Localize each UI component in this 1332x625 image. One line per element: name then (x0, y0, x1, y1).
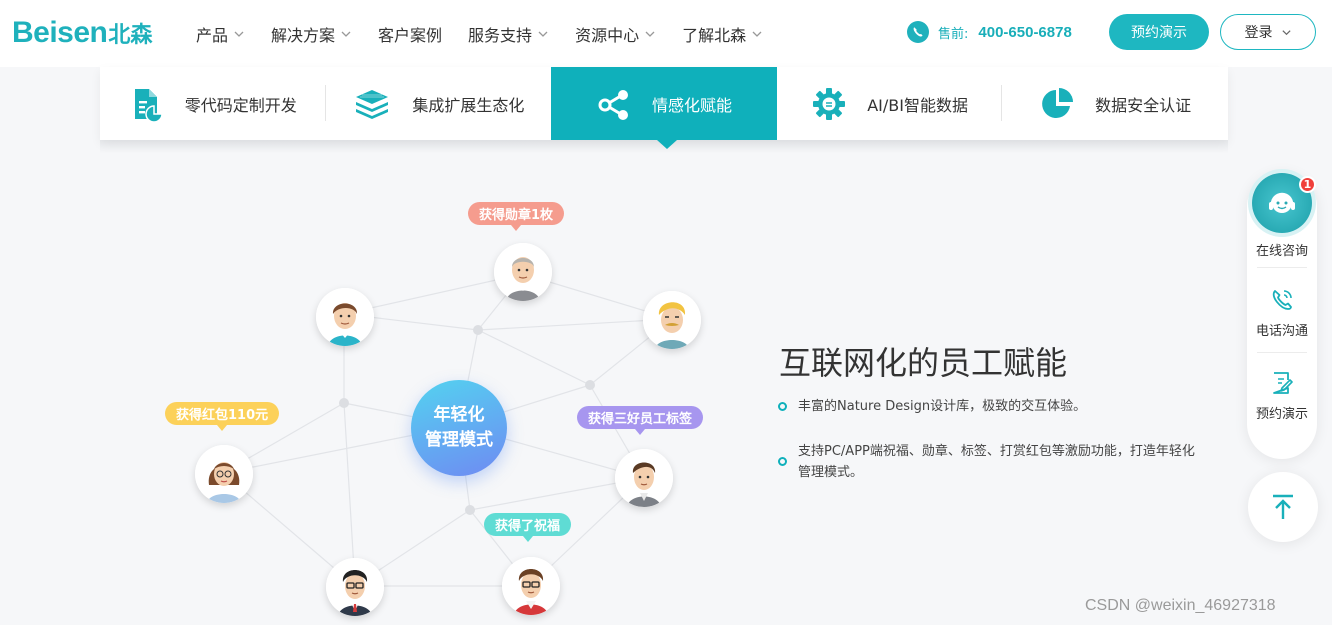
login-button[interactable]: 登录 (1220, 14, 1316, 50)
chevron-down-icon (645, 31, 655, 37)
avatar-man-red-jacket (502, 557, 560, 615)
document-chart-icon (134, 88, 163, 122)
nav-label: 资源中心 (575, 25, 640, 45)
tag-red-packet: 获得红包110元 (165, 402, 280, 431)
nav-label: 服务支持 (468, 25, 533, 45)
nav-item-about[interactable]: 了解北森 (682, 22, 763, 46)
gear-icon (813, 87, 846, 120)
demo-label: 预约演示 (1255, 407, 1308, 422)
feature-tabs: 零代码定制开发 集成扩展生态化 情感化赋能 AI/BI智能数据 数据安全认证 (100, 67, 1228, 149)
phone-label: 电话沟通 (1255, 324, 1308, 339)
phone-number[interactable]: 400-650-6878 (978, 24, 1071, 41)
section-title: 互联网化的员工赋能 (779, 344, 1068, 382)
nav-label: 客户案例 (378, 25, 443, 45)
phone-contact-button[interactable]: 电话沟通 (1247, 287, 1317, 339)
tab-label: 数据安全认证 (1095, 95, 1192, 115)
avatar-bald-man (494, 243, 552, 301)
center-line1: 年轻化 (433, 405, 485, 425)
tag-blessing: 获得了祝福 (484, 513, 572, 542)
chevron-down-icon (538, 31, 548, 37)
book-demo-side-button[interactable]: 预约演示 (1247, 370, 1317, 422)
csdn-watermark: CSDN @weixin_46927318 (1085, 597, 1276, 614)
beisen-logo[interactable]: Beisen 北森 (12, 16, 152, 50)
whatsapp-phone-icon (907, 21, 929, 43)
sidebar-divider (1257, 352, 1307, 353)
bullet-text: 管理模式。 (798, 465, 864, 480)
bullet-text: 丰富的Nature Design设计库，极致的交互体验。 (798, 399, 1087, 414)
nav-item-resources[interactable]: 资源中心 (575, 22, 656, 46)
nav-item-products[interactable]: 产品 (196, 22, 245, 46)
bullet-text: 支持PC/APP端祝福、勋章、标签、打赏红包等激励功能，打造年轻化 (798, 444, 1195, 459)
nav-item-cases[interactable]: 客户案例 (378, 22, 442, 46)
floating-contact-bar: 1 在线咨询 电话沟通 预约演示 (1247, 172, 1317, 459)
employee-network-illustration: 年轻化 管理模式 获得勋章1枚 获得红包110元 获得三好员工标签 获得了祝福 (0, 154, 760, 625)
share-icon (598, 89, 628, 120)
presale-phone: 售前: 400-650-6878 (906, 20, 1072, 44)
pie-chart-icon (1042, 87, 1074, 118)
logo-text-en: Beisen (12, 16, 108, 49)
chevron-down-icon (752, 31, 762, 37)
tag-medal: 获得勋章1枚 (468, 202, 565, 231)
consult-avatar: 1 (1252, 173, 1316, 233)
book-demo-button[interactable]: 预约演示 (1109, 14, 1209, 50)
feature-bullet: 支持PC/APP端祝福、勋章、标签、打赏红包等激励功能，打造年轻化 管理模式。 (778, 441, 1195, 483)
arrow-up-icon (1273, 494, 1293, 519)
sidebar-divider (1257, 267, 1307, 268)
tab-label: 零代码定制开发 (184, 95, 297, 115)
avatar-man-suit (326, 558, 384, 616)
tab-emotional-empowerment[interactable]: 情感化赋能 (551, 67, 777, 149)
tag-good-employee-label: 获得三好员工标签 (577, 406, 704, 435)
chevron-down-icon (1281, 29, 1291, 35)
young-management-circle: 年轻化 管理模式 (411, 380, 507, 476)
tab-label: 情感化赋能 (651, 95, 732, 115)
bullet-dot (778, 402, 787, 411)
feature-bullet: 丰富的Nature Design设计库，极致的交互体验。 (778, 396, 1086, 417)
nav-label: 产品 (196, 25, 229, 45)
tab-zero-code[interactable]: 零代码定制开发 (100, 67, 326, 140)
unread-badge: 1 (1299, 176, 1316, 193)
tab-label: AI/BI智能数据 (867, 95, 968, 115)
back-to-top-button[interactable] (1248, 472, 1318, 542)
phone-call-icon (1272, 290, 1292, 310)
logo-text-cn: 北森 (108, 23, 153, 48)
online-consult-button[interactable]: 1 在线咨询 (1247, 173, 1317, 259)
tab-label: 集成扩展生态化 (412, 95, 525, 115)
stacked-layers-icon (356, 89, 389, 119)
center-line2: 管理模式 (425, 430, 493, 450)
chevron-down-icon (341, 31, 351, 37)
nav-label: 解决方案 (271, 25, 336, 45)
nav-item-support[interactable]: 服务支持 (468, 22, 549, 46)
nav-label: 了解北森 (682, 25, 747, 45)
tab-data-security[interactable]: 数据安全认证 (1002, 67, 1228, 140)
main-nav: 产品 解决方案 客户案例 服务支持 资源中心 了解北森 (196, 0, 789, 67)
avatar-man-teal-shirt (316, 288, 374, 346)
headset-icon (1269, 192, 1295, 213)
chevron-down-icon (234, 31, 244, 37)
network-lines (222, 273, 673, 587)
tab-integration[interactable]: 集成扩展生态化 (326, 67, 552, 140)
top-header: Beisen 北森 产品 解决方案 客户案例 服务支持 资源中心 了解北森 售前… (0, 0, 1332, 67)
edit-form-icon (1273, 372, 1293, 394)
bullet-dot (778, 457, 787, 466)
avatar-woman-glasses (195, 445, 253, 503)
consult-label: 在线咨询 (1255, 244, 1308, 259)
avatar-blond-mustache (643, 291, 701, 349)
login-label: 登录 (1244, 25, 1273, 41)
nav-item-solutions[interactable]: 解决方案 (271, 22, 352, 46)
avatar-man-grey-jacket (615, 449, 673, 507)
phone-label: 售前: (938, 26, 969, 42)
tab-ai-bi[interactable]: AI/BI智能数据 (777, 67, 1003, 140)
